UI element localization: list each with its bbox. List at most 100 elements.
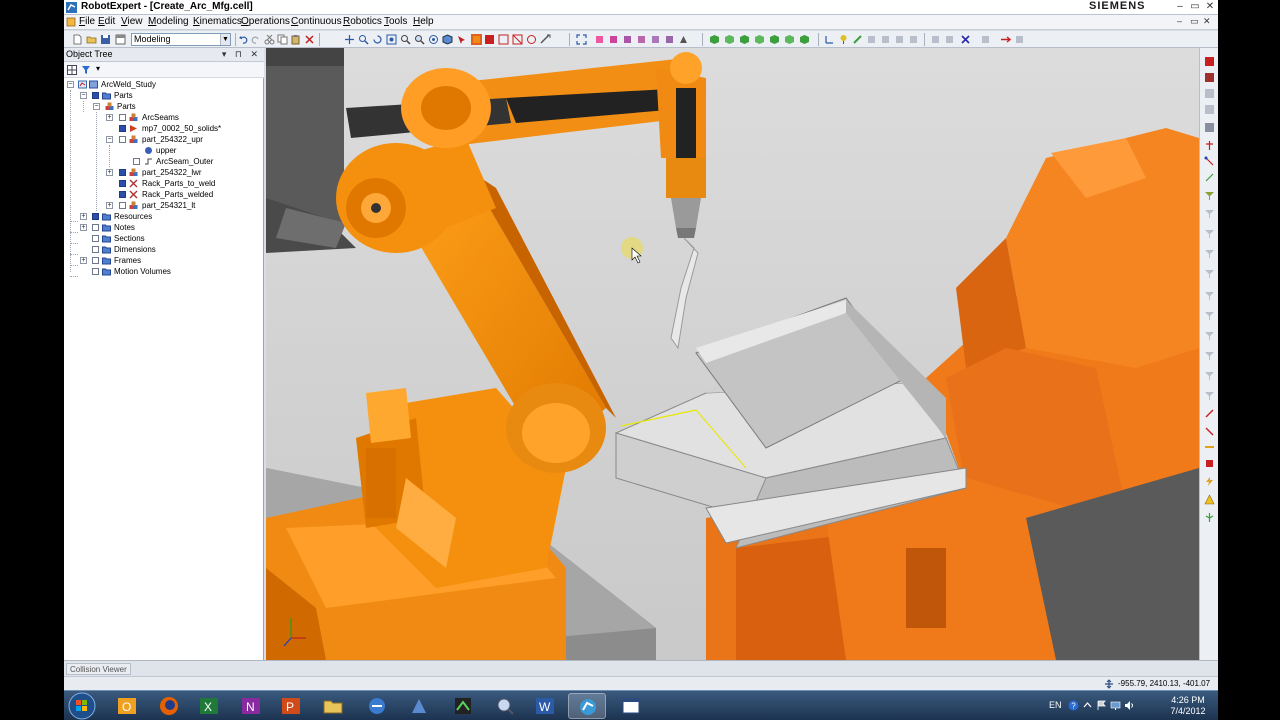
mdi-restore-button[interactable]: ▭ [1190,16,1199,27]
expand-icon[interactable]: + [80,213,87,220]
tree-node-mp7-solids[interactable]: mp7_0002_50_solids* [64,123,264,134]
tree-node-parts-folder[interactable]: − Parts [64,90,264,101]
taskbar-app-blue[interactable] [358,693,396,719]
marker-icon[interactable] [838,34,849,45]
red-box-icon-2[interactable] [1204,72,1215,83]
visibility-checkbox[interactable] [119,125,126,132]
gray-tool-icon[interactable] [1204,208,1215,219]
taskbar-word[interactable]: W [526,693,564,719]
tree-node-arcweld-study[interactable]: − ArcWeld_Study [64,79,264,90]
pan-icon[interactable] [344,34,355,45]
gray-tool-icon-9[interactable] [1204,370,1215,381]
tree-node-arcseams[interactable]: + ArcSeams [64,112,264,123]
gray-tool-icon-2[interactable] [880,34,891,45]
cross-red-icon[interactable] [960,34,971,45]
placement-icon-6[interactable] [664,34,675,45]
gray-tool-icon-5[interactable] [930,34,941,45]
gray-tool-icon-5[interactable] [1204,290,1215,301]
taskbar-outlook[interactable]: O [108,693,146,719]
tree-node-part-254322-upr[interactable]: − part_254322_upr [64,134,264,145]
gray-tool-icon-7[interactable] [980,34,991,45]
gray-tool-icon-7[interactable] [1204,330,1215,341]
measure-icon[interactable] [540,34,551,45]
close-button[interactable]: ✕ [1203,1,1217,12]
cut-icon[interactable] [264,34,275,45]
expand-icon[interactable]: + [106,169,113,176]
system-clock[interactable]: 4:26 PM 7/4/2012 [1160,695,1216,717]
collision-viewer-tab[interactable]: Collision Viewer [66,663,131,675]
taskbar-excel[interactable]: X [190,693,228,719]
gray-tool-icon-3[interactable] [1204,248,1215,259]
mode-combo[interactable]: Modeling ▼ [131,33,231,46]
taskbar-app-green[interactable] [444,693,482,719]
visibility-checkbox[interactable] [92,235,99,242]
expand-icon[interactable]: + [80,257,87,264]
visibility-checkbox[interactable] [119,202,126,209]
visibility-checkbox[interactable] [92,224,99,231]
layout-icon[interactable] [115,34,126,45]
grid-view-icon[interactable] [67,65,77,75]
delete-icon[interactable] [304,34,315,45]
lightning-icon[interactable] [1204,476,1215,487]
gray-tool-icon-6[interactable] [1204,310,1215,321]
volume-tray-icon[interactable] [1124,700,1135,711]
expand-icon[interactable]: + [106,114,113,121]
wireframe-icon[interactable] [498,34,509,45]
gray-tool-icon-6[interactable] [944,34,955,45]
collapse-icon[interactable]: − [93,103,100,110]
green-cube-icon-4[interactable] [754,34,765,45]
placement-icon-3[interactable] [622,34,633,45]
taskbar-app-magnifier[interactable] [486,693,524,719]
tree-node-sections[interactable]: Sections [64,233,264,244]
menu-file[interactable]: File [79,16,95,27]
tree-node-motion-volumes[interactable]: Motion Volumes [64,266,264,277]
visibility-checkbox[interactable] [119,136,126,143]
placement-icon-5[interactable] [650,34,661,45]
visibility-checkbox[interactable] [92,213,99,220]
green-cube-icon-2[interactable] [724,34,735,45]
tree-node-part-254321-lt[interactable]: + part_254321_lt [64,200,264,211]
undo-icon[interactable] [238,34,249,45]
rotate-icon[interactable] [372,34,383,45]
tree-node-rack-parts-welded[interactable]: Rack_Parts_welded [64,189,264,200]
filter-icon[interactable] [81,65,93,75]
tree-node-rack-parts-to-weld[interactable]: Rack_Parts_to_weld [64,178,264,189]
warning-icon[interactable] [1204,494,1215,505]
tree-node-parts-compound[interactable]: − Parts [64,101,264,112]
expand-icon[interactable]: + [106,202,113,209]
visibility-checkbox[interactable] [92,257,99,264]
gray-box-icon-3[interactable] [1204,122,1215,133]
menu-continuous[interactable]: Continuous [291,16,342,27]
red-marker-icon-2[interactable] [1204,426,1215,437]
visibility-checkbox[interactable] [92,92,99,99]
tree-node-frames[interactable]: + Frames [64,255,264,266]
taskbar-app-window[interactable] [612,693,650,719]
placement-icon-2[interactable] [608,34,619,45]
fit-frame-icon[interactable] [576,34,587,45]
red-marker-icon[interactable] [1204,408,1215,419]
taskbar-firefox[interactable] [150,693,188,719]
paste-icon[interactable] [290,34,301,45]
gray-tool-icon-10[interactable] [1204,390,1215,401]
visibility-checkbox[interactable] [119,191,126,198]
green-cube-icon-3[interactable] [739,34,750,45]
red-arrows-icon[interactable] [1000,34,1011,45]
help-tray-icon[interactable]: ? [1068,700,1079,711]
language-indicator[interactable]: EN [1049,700,1062,710]
robot-cell-scene[interactable] [266,48,1199,660]
menu-modeling[interactable]: Modeling [148,16,189,27]
taskbar-onenote[interactable]: N [232,693,270,719]
hidden-line-icon[interactable] [512,34,523,45]
tree-node-upper[interactable]: upper [64,145,264,156]
tree-node-dimensions[interactable]: Dimensions [64,244,264,255]
flag-tray-icon[interactable] [1096,700,1107,711]
chevron-down-icon[interactable]: ▾ [96,64,100,73]
menu-tools[interactable]: Tools [384,16,407,27]
tree-node-part-254322-lwr[interactable]: + part_254322_lwr [64,167,264,178]
visibility-checkbox[interactable] [92,268,99,275]
placement-icon-4[interactable] [636,34,647,45]
gray-tool-icon-2[interactable] [1204,228,1215,239]
graphic-viewer[interactable] [266,48,1199,660]
gray-box-icon[interactable] [1204,88,1215,99]
visibility-checkbox[interactable] [92,246,99,253]
